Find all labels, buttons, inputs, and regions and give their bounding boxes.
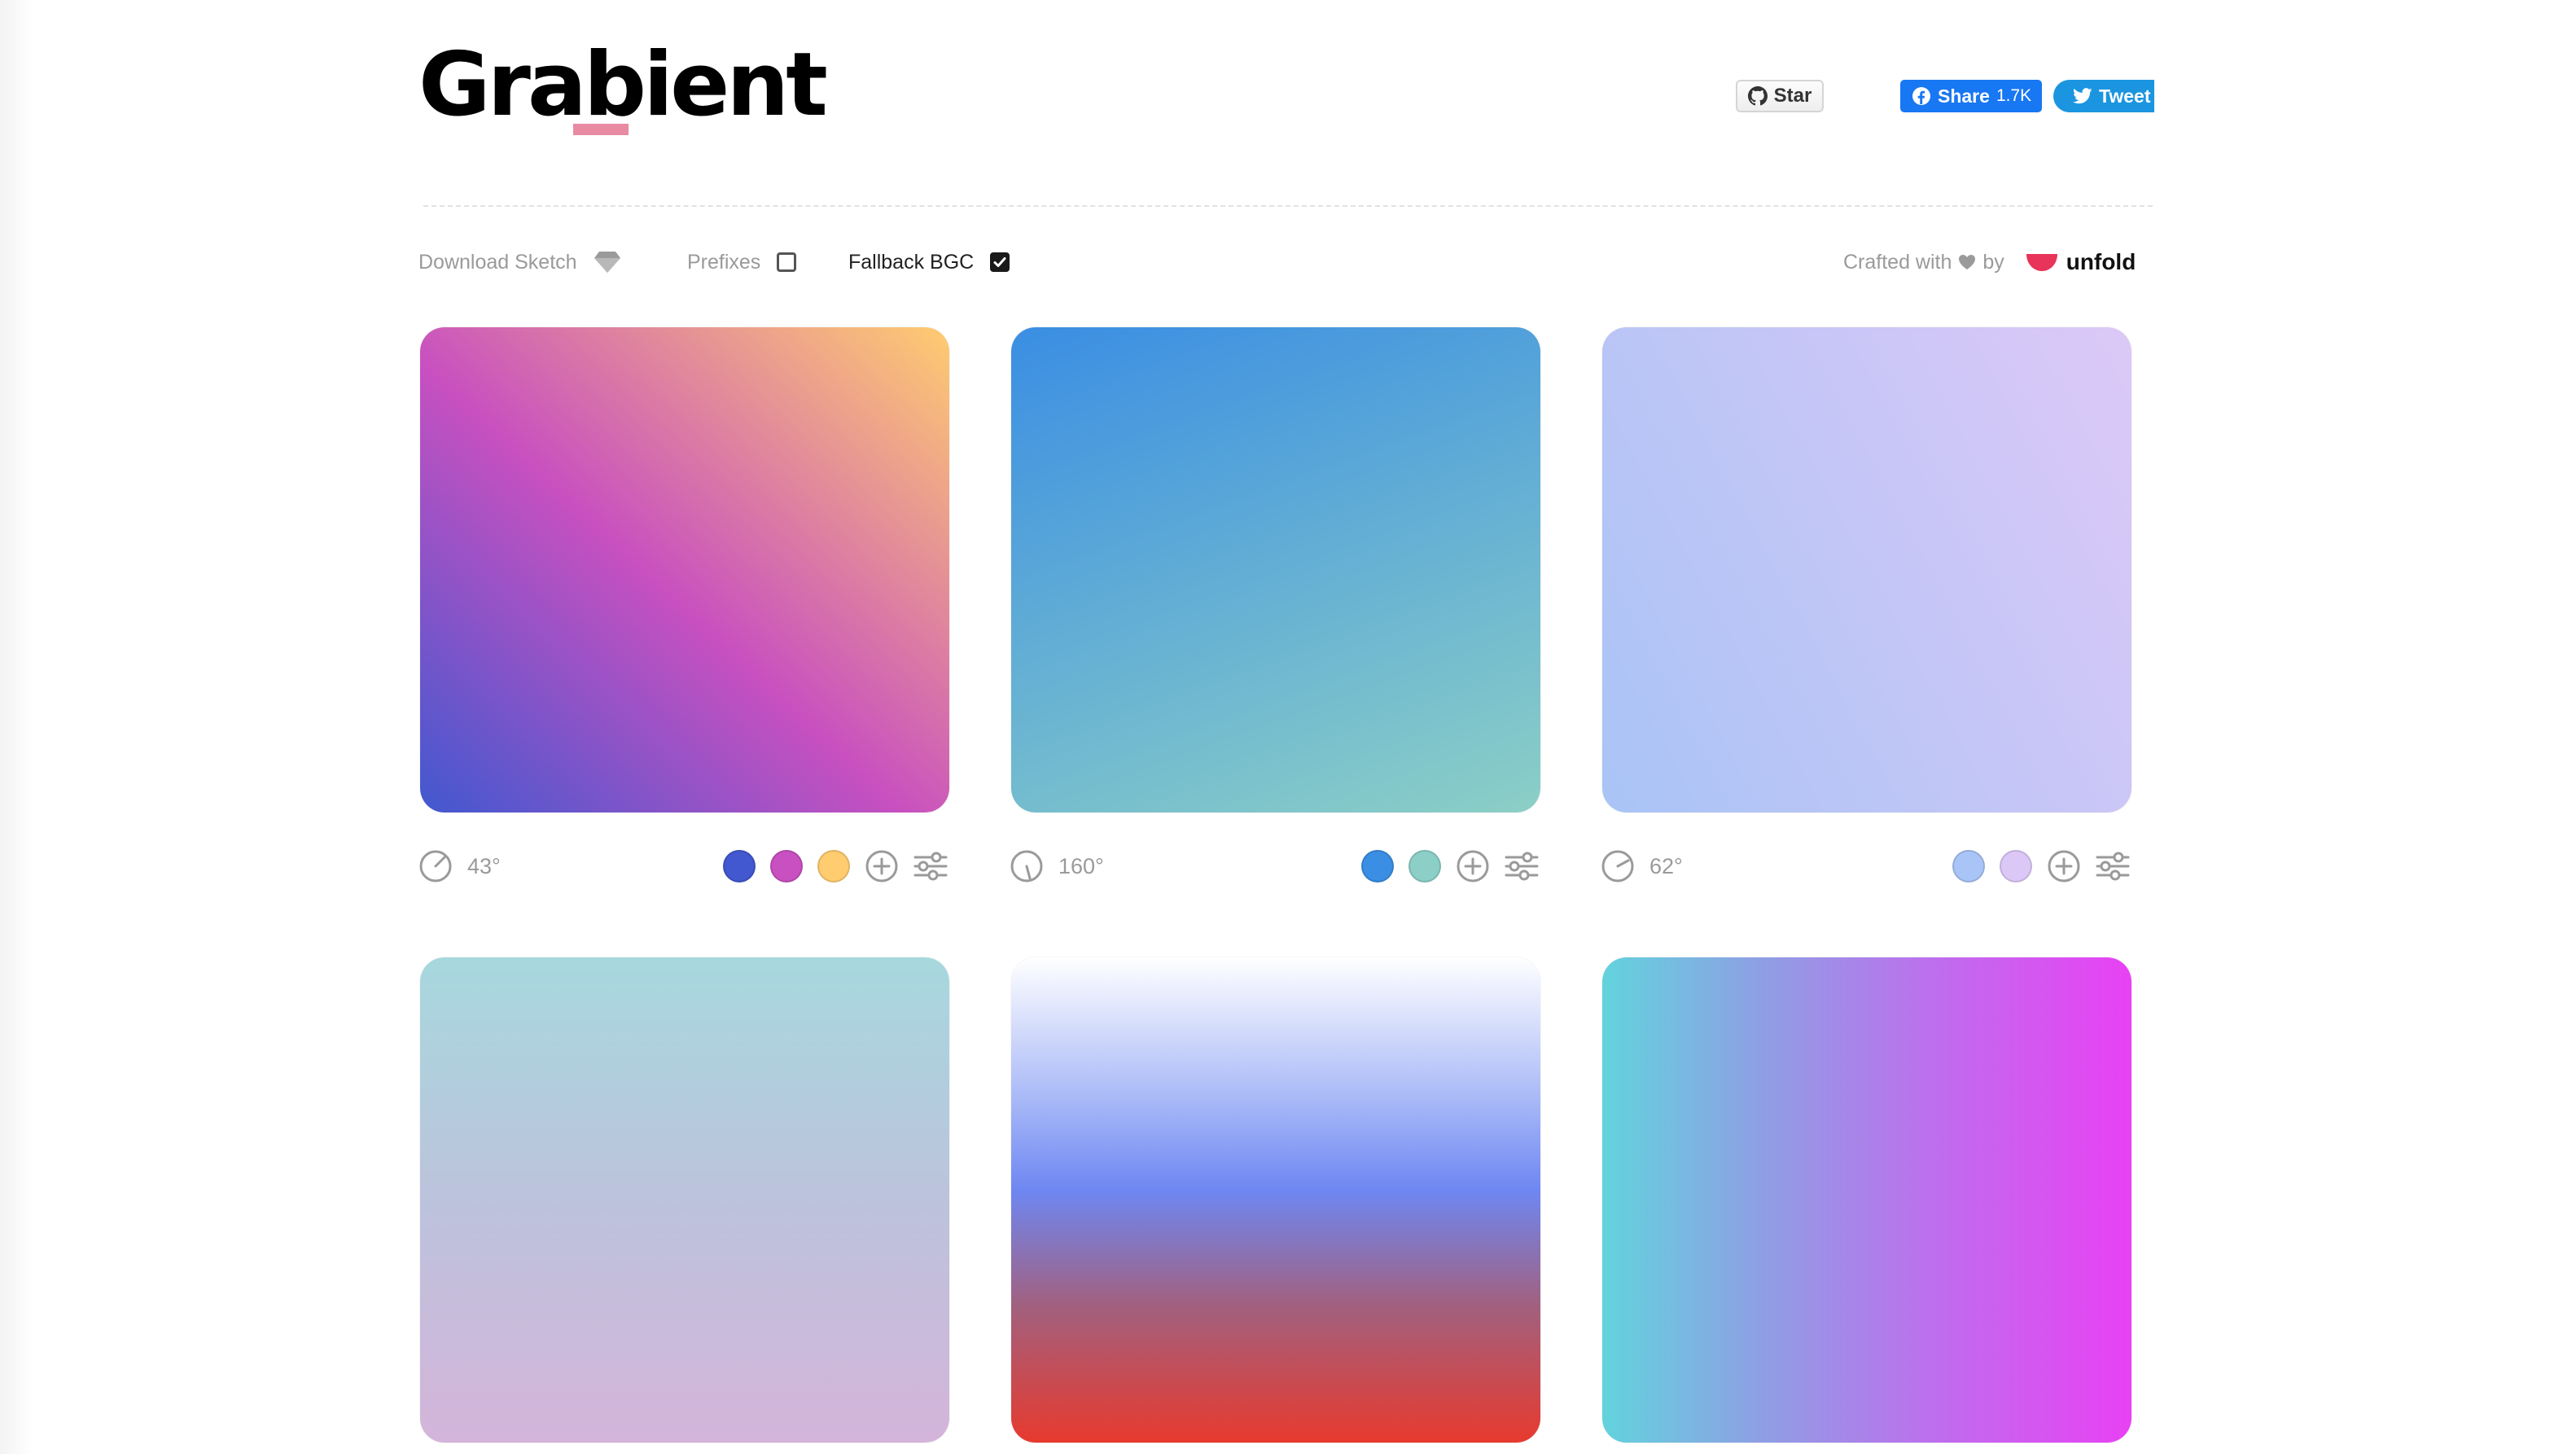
add-color-icon[interactable] <box>865 849 899 883</box>
color-stop-swatch[interactable] <box>817 850 850 882</box>
gradient-card-6[interactable] <box>1602 957 2131 1443</box>
gradient-meta-2: 160° <box>1010 842 1539 891</box>
angle-control-1[interactable]: 43° <box>418 849 501 883</box>
prefixes-checkbox[interactable] <box>777 252 797 272</box>
color-stop-swatch[interactable] <box>723 850 756 882</box>
sliders-icon[interactable] <box>913 849 948 883</box>
angle-value-2: 160° <box>1058 853 1104 878</box>
unfold-link[interactable]: unfold <box>2026 249 2136 275</box>
gradient-meta-1: 43° <box>418 842 948 891</box>
diamond-icon <box>594 252 620 273</box>
tweet-label: Tweet <box>2099 85 2151 107</box>
add-color-icon[interactable] <box>1456 849 1490 883</box>
fallback-bgc-label: Fallback BGC <box>848 250 975 274</box>
color-stop-swatch[interactable] <box>2000 850 2032 882</box>
crafted-label: Crafted with <box>1843 250 1952 274</box>
color-stop-swatch[interactable] <box>1361 850 1394 882</box>
logo-underline <box>573 124 629 135</box>
by-label: by <box>1982 250 2004 274</box>
twitter-icon <box>2073 88 2092 104</box>
gradient-card-1[interactable] <box>420 327 949 812</box>
checkmark-icon <box>993 257 1006 267</box>
facebook-icon <box>1912 87 1930 105</box>
left-shade <box>0 0 33 1454</box>
facebook-share-count: 1.7K <box>1996 86 2032 105</box>
logo[interactable]: Grabient <box>418 33 828 138</box>
crafted-with-credit: Crafted with by unfold <box>1843 246 2136 278</box>
github-star-button[interactable]: Star <box>1736 80 1824 112</box>
fallback-bgc-checkbox[interactable] <box>990 252 1010 272</box>
angle-control-3[interactable]: 62° <box>1601 849 1683 883</box>
tweet-button[interactable]: Tweet <box>2053 80 2154 112</box>
prefixes-label: Prefixes <box>687 250 761 274</box>
gradient-card-3[interactable] <box>1602 327 2131 812</box>
gradient-card-4[interactable] <box>420 957 949 1443</box>
color-stop-swatch[interactable] <box>1408 850 1441 882</box>
facebook-share-button[interactable]: Share 1.7K <box>1900 80 2042 112</box>
color-stop-swatch[interactable] <box>1952 850 1985 882</box>
angle-value-3: 62° <box>1649 853 1683 878</box>
fallback-bgc-toggle[interactable]: Fallback BGC <box>848 246 1010 278</box>
color-stop-swatch[interactable] <box>770 850 803 882</box>
sliders-icon[interactable] <box>2096 849 2130 883</box>
facebook-share-label: Share <box>1938 85 1990 107</box>
swatches-1 <box>723 849 948 883</box>
download-sketch-label: Download Sketch <box>418 250 577 274</box>
download-sketch-button[interactable]: Download Sketch <box>418 246 621 278</box>
gradient-card-5[interactable] <box>1011 957 1540 1443</box>
angle-value-1: 43° <box>467 853 501 878</box>
prefixes-toggle[interactable]: Prefixes <box>687 246 797 278</box>
github-icon <box>1747 86 1768 106</box>
gradient-card-2[interactable] <box>1011 327 1540 812</box>
swatches-3 <box>1952 849 2130 883</box>
sliders-icon[interactable] <box>1505 849 1539 883</box>
heart-icon <box>1959 255 1976 269</box>
unfold-logo-icon <box>2026 254 2057 271</box>
angle-dial-icon <box>1601 850 1634 882</box>
header-divider <box>423 205 2153 207</box>
angle-control-2[interactable]: 160° <box>1010 849 1104 883</box>
swatches-2 <box>1361 849 1539 883</box>
add-color-icon[interactable] <box>2047 849 2081 883</box>
gradient-meta-3: 62° <box>1601 842 2130 891</box>
unfold-brand-label: unfold <box>2066 249 2136 274</box>
angle-dial-icon <box>1010 850 1043 882</box>
github-star-label: Star <box>1773 85 1812 107</box>
page: Grabient Star Share 1.7K Tweet Download … <box>0 0 2576 1454</box>
angle-dial-icon <box>419 850 452 882</box>
